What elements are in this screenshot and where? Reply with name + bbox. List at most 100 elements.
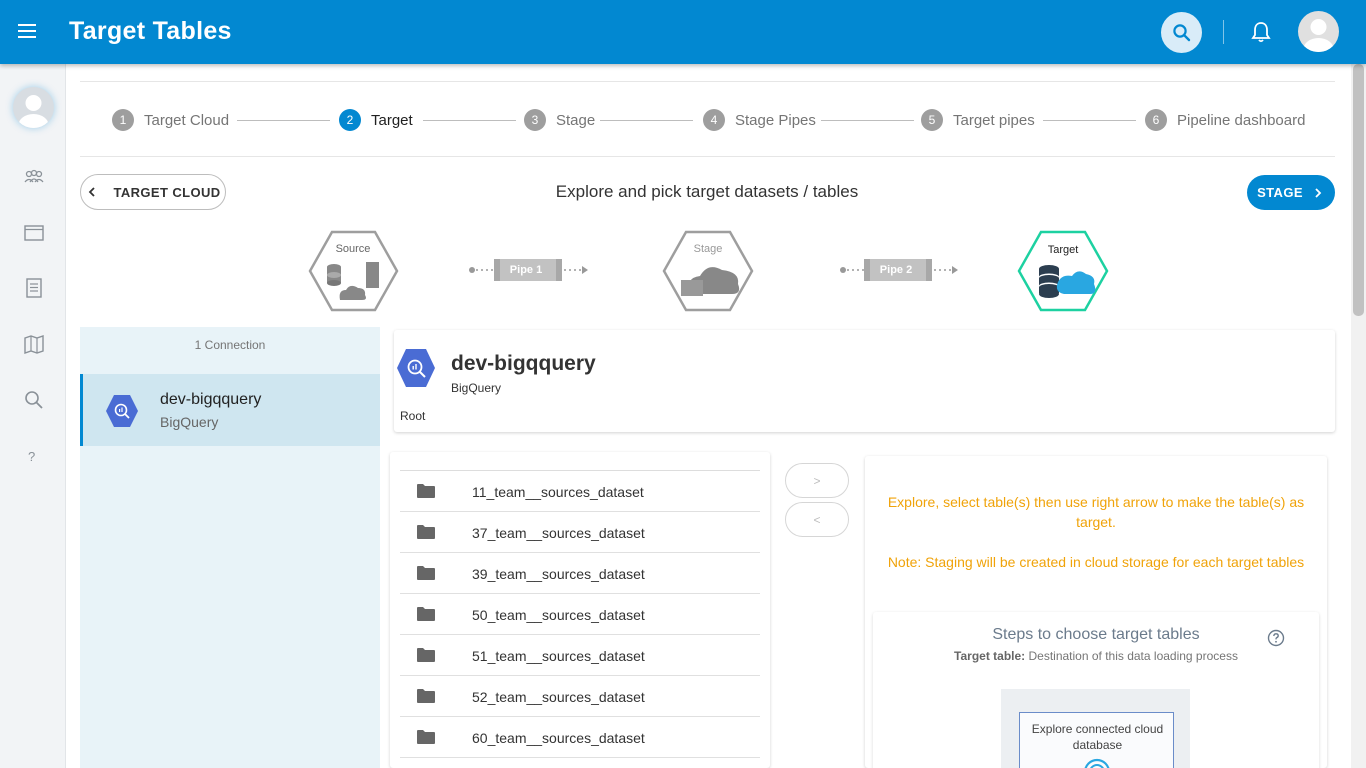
folder-icon — [417, 525, 435, 539]
folder-icon — [417, 648, 435, 662]
list-item[interactable]: 50_team__sources_dataset — [400, 594, 760, 635]
step-number: 4 — [703, 109, 725, 131]
step-number: 2 — [339, 109, 361, 131]
app-bar: Target Tables — [0, 0, 1366, 64]
sidebar-avatar[interactable] — [13, 87, 54, 128]
document-icon[interactable] — [23, 277, 45, 299]
appbar-divider — [1223, 20, 1224, 44]
stepper: 1 Target Cloud 2 Target 3 Stage 4 Stage … — [80, 81, 1335, 157]
database-icon — [327, 264, 341, 286]
team-icon[interactable] — [23, 166, 45, 188]
user-avatar[interactable] — [1298, 11, 1339, 52]
list-item[interactable]: 60_team__sources_dataset — [400, 717, 760, 758]
folder-icon — [417, 689, 435, 703]
user-icon — [1303, 19, 1334, 52]
detail-connection-name: dev-bigqquery — [451, 352, 596, 375]
step-stage[interactable]: 3 Stage — [524, 109, 595, 131]
step-number: 3 — [524, 109, 546, 131]
next-stage-button[interactable]: STAGE — [1247, 175, 1335, 210]
step-label: Target pipes — [953, 111, 1035, 129]
step-label: Stage Pipes — [735, 111, 816, 129]
pipe-2: Pipe 2 — [840, 259, 958, 281]
bigquery-icon — [397, 349, 435, 387]
back-button-label: TARGET CLOUD — [113, 184, 221, 200]
steps-subtitle-term: Target table: — [954, 649, 1026, 663]
bigquery-icon — [106, 395, 138, 427]
search-icon[interactable] — [23, 389, 45, 411]
connections-panel: 1 Connection dev-bigqquery BigQuery — [80, 327, 380, 768]
move-left-button[interactable]: < — [785, 502, 849, 537]
instruction-text: Explore, select table(s) then use right … — [887, 494, 1305, 530]
pipe-1-label: Pipe 1 — [510, 264, 542, 276]
connection-count: 1 Connection — [194, 338, 266, 352]
map-icon[interactable] — [23, 333, 45, 355]
step-number: 5 — [921, 109, 943, 131]
server-icon — [366, 262, 379, 288]
step-connector — [600, 120, 693, 121]
list-item[interactable]: 37_team__sources_dataset — [400, 512, 760, 553]
steps-illustration: Explore connected cloud database — [1001, 689, 1190, 768]
list-item[interactable]: 51_team__sources_dataset — [400, 635, 760, 676]
step-connector — [1043, 120, 1136, 121]
move-right-button[interactable]: > — [785, 463, 849, 498]
pipe-2-label: Pipe 2 — [880, 264, 912, 276]
target-label: Target — [1048, 244, 1079, 256]
pipeline-flow-diagram: Source Pipe 1 Stage Pipe 2 Target — [308, 230, 1109, 312]
target-icon — [1084, 758, 1110, 768]
step-label: Target Cloud — [144, 111, 230, 129]
chevron-right-icon — [1315, 187, 1322, 198]
step-target[interactable]: 2 Target — [339, 109, 413, 131]
help-icon[interactable]: ? — [28, 449, 35, 464]
staging-note: Note: Staging will be created in cloud s… — [887, 554, 1305, 570]
steps-title: Steps to choose target tables — [992, 626, 1200, 643]
sidebar: ? — [0, 64, 66, 768]
window-icon[interactable] — [23, 222, 45, 244]
dataset-name: 52_team__sources_dataset — [472, 689, 645, 705]
step-number: 1 — [112, 109, 134, 131]
breadcrumb-root[interactable]: Root — [400, 409, 425, 423]
illustration-box: Explore connected cloud database — [1019, 712, 1174, 768]
steps-subtitle-text: Destination of this data loading process — [1025, 649, 1238, 663]
folder-icon — [417, 484, 435, 498]
search-icon — [1172, 23, 1190, 41]
step-label: Stage — [556, 111, 596, 129]
page-title: Target Tables — [69, 17, 232, 45]
dataset-name: 50_team__sources_dataset — [472, 607, 645, 623]
scrollbar-thumb[interactable] — [1353, 64, 1364, 316]
step-connector — [423, 120, 516, 121]
folder-icon — [417, 730, 435, 744]
stage-label: Stage — [694, 243, 723, 255]
dataset-name: 11_team__sources_dataset — [472, 484, 644, 500]
list-item[interactable]: 39_team__sources_dataset — [400, 553, 760, 594]
step-pipeline-dashboard[interactable]: 6 Pipeline dashboard — [1145, 109, 1305, 131]
dataset-name: 39_team__sources_dataset — [472, 566, 645, 582]
folder-icon — [681, 280, 703, 296]
connection-type: BigQuery — [160, 414, 219, 430]
steps-subtitle: Target table: Destination of this data l… — [873, 649, 1319, 663]
steps-guide-card: Steps to choose target tables Target tab… — [873, 612, 1319, 768]
step-stage-pipes[interactable]: 4 Stage Pipes — [703, 109, 816, 131]
target-node: Target — [1017, 230, 1109, 312]
back-target-cloud-button[interactable]: TARGET CLOUD — [80, 174, 226, 210]
step-label: Pipeline dashboard — [1177, 111, 1306, 129]
step-target-cloud[interactable]: 1 Target Cloud — [112, 109, 229, 131]
step-target-pipes[interactable]: 5 Target pipes — [921, 109, 1035, 131]
search-button[interactable] — [1161, 12, 1202, 53]
source-node: Source — [308, 230, 399, 312]
illustration-text: Explore connected cloud database — [1031, 722, 1164, 752]
step-connector — [821, 120, 914, 121]
dataset-list: 11_team__sources_dataset 37_team__source… — [390, 452, 770, 768]
folder-icon — [417, 566, 435, 580]
dataset-name: 37_team__sources_dataset — [472, 525, 645, 541]
database-icon — [1039, 265, 1059, 298]
dataset-name: 51_team__sources_dataset — [472, 648, 645, 664]
connection-item[interactable]: dev-bigqquery BigQuery — [80, 374, 380, 446]
page-scrollbar[interactable] — [1351, 64, 1366, 768]
bell-icon[interactable] — [1248, 19, 1274, 45]
list-item[interactable]: 11_team__sources_dataset — [400, 471, 760, 512]
menu-icon[interactable] — [18, 20, 48, 44]
source-label: Source — [336, 243, 371, 255]
help-icon[interactable] — [1267, 629, 1285, 647]
pipe-1: Pipe 1 — [469, 259, 588, 281]
list-item[interactable]: 52_team__sources_dataset — [400, 676, 760, 717]
